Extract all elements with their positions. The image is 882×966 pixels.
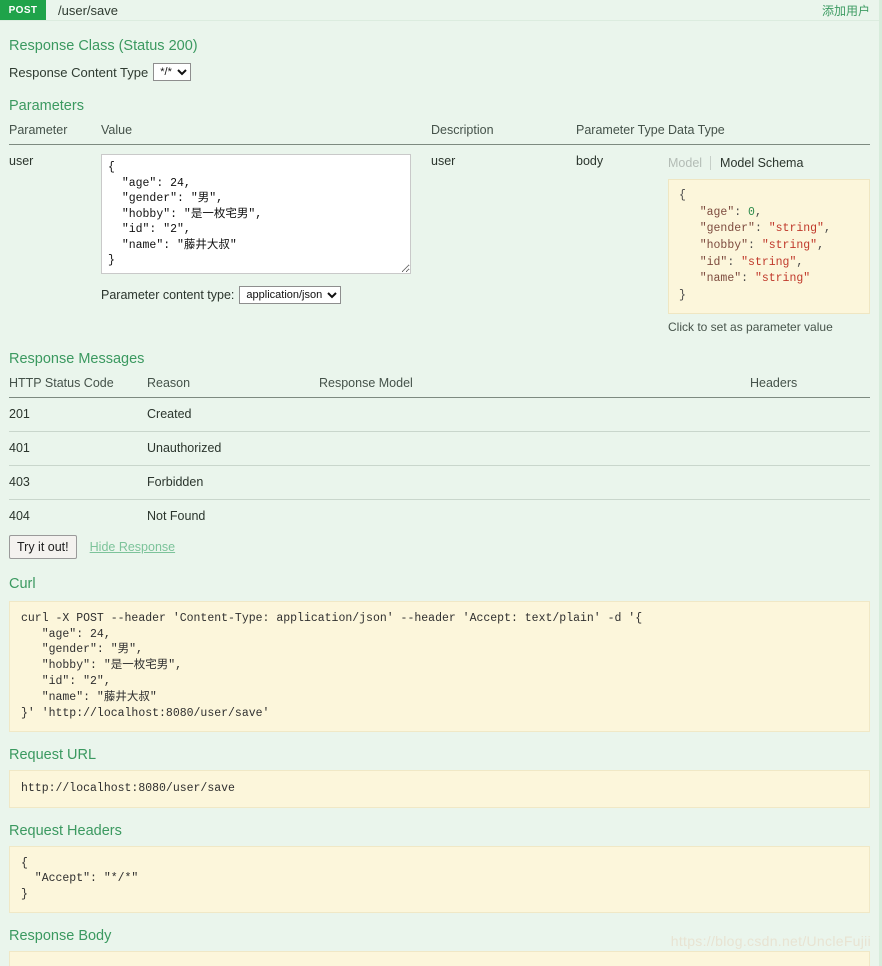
request-url-block[interactable]: http://localhost:8080/user/save xyxy=(9,769,870,808)
tab-model[interactable]: Model xyxy=(668,156,712,170)
try-it-out-button[interactable]: Try it out! xyxy=(9,534,77,559)
http-method-badge: POST xyxy=(0,0,46,20)
response-message-headers xyxy=(750,397,870,432)
operation-summary: 添加用户 xyxy=(821,3,870,18)
schema-field-list: "age": 0, "gender": "string", "hobby": "… xyxy=(699,205,831,286)
model-schema-hint: Click to set as parameter value xyxy=(668,319,833,334)
curl-heading: Curl xyxy=(9,575,36,592)
response-message-response-model xyxy=(319,499,750,533)
parameter-content-type-row: Parameter content type: application/json xyxy=(101,286,431,304)
parameter-name: user xyxy=(9,154,34,168)
column-header-parameter: Parameter xyxy=(9,123,101,145)
response-body-block[interactable]: SSUCCESS xyxy=(9,951,870,966)
parameters-header-row: Parameter Value Description Parameter Ty… xyxy=(9,123,870,145)
parameter-description: user xyxy=(431,154,456,168)
response-content-type-label: Response Content Type xyxy=(9,64,149,80)
response-body-heading: Response Body xyxy=(9,928,112,945)
table-row: user { "age": 24, "gender": "男", "hobby"… xyxy=(9,145,870,334)
curl-command-block[interactable]: curl -X POST --header 'Content-Type: app… xyxy=(9,600,870,732)
table-row: 404 Not Found xyxy=(9,499,870,533)
column-header-http-status-code: HTTP Status Code xyxy=(9,375,147,398)
response-message-reason: Not Found xyxy=(147,508,206,523)
response-message-headers xyxy=(750,465,870,500)
parameter-value-input[interactable]: { "age": 24, "gender": "男", "hobby": "是一… xyxy=(101,154,411,274)
response-message-status-code: 403 xyxy=(9,465,147,500)
response-messages-table: HTTP Status Code Reason Response Model H… xyxy=(9,375,870,533)
column-header-parameter-type: Parameter Type xyxy=(576,123,668,145)
response-message-status-code: 404 xyxy=(9,508,30,523)
response-content-type-select[interactable]: */* xyxy=(153,63,192,81)
table-row: 401 Unauthorized xyxy=(9,431,870,466)
response-message-status-code: 401 xyxy=(9,431,147,466)
response-messages-header-row: HTTP Status Code Reason Response Model H… xyxy=(9,375,870,398)
parameter-type: body xyxy=(576,154,604,168)
request-url-heading: Request URL xyxy=(9,746,97,763)
parameter-data-type-cell: Model Model Schema { "age": 0, "gender":… xyxy=(668,145,870,334)
response-message-status-code: 201 xyxy=(9,397,147,432)
hide-response-link[interactable]: Hide Response xyxy=(90,540,175,554)
tab-model-schema[interactable]: Model Schema xyxy=(711,156,803,170)
response-messages-heading: Response Messages xyxy=(9,350,145,367)
model-tab-group: Model Model Schema xyxy=(668,156,870,170)
operation-header[interactable]: POST /user/save 添加用户 xyxy=(0,0,879,21)
response-message-reason: Unauthorized xyxy=(147,431,319,466)
operation-path[interactable]: /user/save xyxy=(46,0,118,20)
column-header-headers: Headers xyxy=(750,375,870,398)
parameters-heading: Parameters xyxy=(9,98,84,114)
schema-open-brace: { xyxy=(679,189,686,202)
response-message-headers xyxy=(750,431,870,466)
response-message-response-model xyxy=(319,397,750,432)
parameter-content-type-label: Parameter content type: xyxy=(101,288,235,302)
table-row: 201 Created xyxy=(9,397,870,432)
schema-close-brace: } xyxy=(679,289,686,303)
request-headers-heading: Request Headers xyxy=(9,822,122,839)
response-messages-body: 201 Created 401 Unauthorized 403 Forbidden 404… xyxy=(9,397,870,533)
column-header-value: Value xyxy=(101,123,431,145)
column-header-response-model: Response Model xyxy=(319,375,750,398)
parameter-value-cell: { "age": 24, "gender": "男", "hobby": "是一… xyxy=(101,145,431,334)
column-header-data-type: Data Type xyxy=(668,123,870,145)
response-message-reason: Forbidden xyxy=(147,465,319,500)
request-headers-block[interactable]: { "Accept": "*/*" } xyxy=(9,845,870,914)
operation-content: Response Class (Status 200) Response Con… xyxy=(0,38,879,966)
action-row: Try it out! Hide Response xyxy=(9,534,870,559)
swagger-operation-panel: POST /user/save 添加用户 Response Class (Sta… xyxy=(0,0,882,966)
table-row: 403 Forbidden xyxy=(9,465,870,500)
model-schema-block[interactable]: { "age": 0, "gender": "string", "hobby":… xyxy=(668,179,870,314)
response-class-heading: Response Class (Status 200) xyxy=(9,38,198,54)
parameters-table: Parameter Value Description Parameter Ty… xyxy=(9,123,870,334)
response-content-type-row: Response Content Type */* xyxy=(9,63,870,81)
column-header-reason: Reason xyxy=(147,375,319,398)
response-message-response-model xyxy=(319,431,750,466)
response-message-response-model xyxy=(319,465,750,500)
response-message-headers xyxy=(750,499,870,533)
response-message-reason: Created xyxy=(147,397,319,432)
column-header-description: Description xyxy=(431,123,576,145)
parameter-content-type-select[interactable]: application/json xyxy=(239,286,342,304)
